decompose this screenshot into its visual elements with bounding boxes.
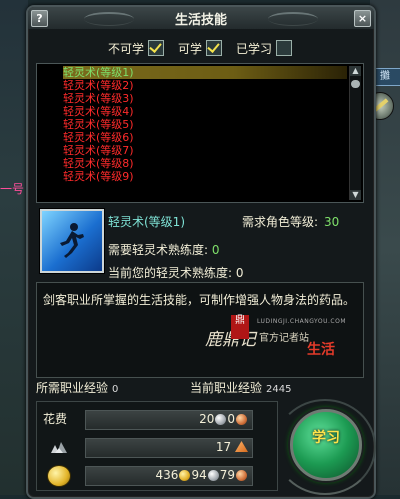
current-proficiency: 当前您的轻灵术熟练度: 0 bbox=[108, 264, 244, 281]
list-scrollbar[interactable]: ▲ ▼ bbox=[349, 66, 361, 200]
skill-icon[interactable] bbox=[40, 209, 104, 273]
filter-label: 可学 bbox=[178, 41, 203, 56]
running-figure-icon bbox=[60, 223, 84, 258]
filter-unlearnable[interactable]: 不可学 bbox=[108, 40, 165, 57]
cost-bar: 20 0 bbox=[85, 410, 253, 430]
watermark-red-text: 生活 bbox=[307, 342, 335, 358]
current-exp: 当前职业经验 2445 bbox=[190, 379, 291, 396]
title-ornament-right bbox=[268, 12, 318, 26]
skill-list: 轻灵术(等级1) 轻灵术(等级2) 轻灵术(等级3) 轻灵术(等级4) 轻灵术(… bbox=[36, 63, 364, 203]
required-level-value: 30 bbox=[324, 215, 340, 229]
title-bar[interactable]: ? 生活技能 × bbox=[28, 7, 374, 29]
close-icon[interactable]: × bbox=[354, 10, 371, 27]
cost-value: 20 0 bbox=[199, 412, 248, 426]
current-exp-label: 当前职业经验 bbox=[190, 381, 263, 395]
list-item[interactable]: 轻灵术(等级8) bbox=[63, 157, 347, 170]
need-proficiency-label: 需要轻灵术熟练度: bbox=[108, 243, 209, 257]
silver-coin-icon bbox=[207, 470, 219, 481]
scroll-thumb[interactable] bbox=[351, 80, 360, 88]
window-title: 生活技能 bbox=[174, 13, 227, 28]
checkbox-unlearnable[interactable] bbox=[148, 40, 165, 56]
checkbox-learned[interactable] bbox=[276, 40, 293, 56]
material-bar: 17 bbox=[85, 438, 253, 458]
wallet-value: 436 94 79 bbox=[156, 468, 248, 482]
list-item[interactable]: 轻灵术(等级7) bbox=[63, 144, 347, 157]
list-item[interactable]: 轻灵术(等级5) bbox=[63, 118, 347, 131]
need-proficiency: 需要轻灵术熟练度: 0 bbox=[108, 241, 220, 258]
gold-coin-icon bbox=[47, 465, 71, 487]
current-exp-value: 2445 bbox=[266, 384, 292, 395]
required-level-label: 需求角色等级: bbox=[242, 215, 319, 229]
list-item[interactable]: 轻灵术(等级6) bbox=[63, 131, 347, 144]
scroll-down-icon[interactable]: ▼ bbox=[350, 190, 361, 200]
filter-learned[interactable]: 已学习 bbox=[236, 40, 293, 57]
scroll-up-icon[interactable]: ▲ bbox=[350, 66, 361, 76]
list-item[interactable]: 轻灵术(等级9) bbox=[63, 170, 347, 183]
cost-silver: 20 bbox=[199, 412, 215, 426]
wallet-gold: 436 bbox=[155, 468, 179, 482]
copper-coin-icon bbox=[236, 470, 247, 481]
filter-learnable[interactable]: 可学 bbox=[178, 40, 223, 57]
watermark-seal: 鼎 bbox=[231, 315, 249, 339]
learn-button[interactable]: 学习 bbox=[290, 409, 362, 481]
gold-coin-small-icon bbox=[179, 470, 191, 481]
filter-row: 不可学 可学 已学习 bbox=[108, 38, 300, 58]
wallet-copper: 79 bbox=[219, 468, 235, 482]
orange-stone-icon bbox=[235, 441, 248, 452]
silver-coin-icon bbox=[215, 414, 227, 425]
current-proficiency-label: 当前您的轻灵术熟练度: bbox=[108, 266, 233, 280]
wallet-bar: 436 94 79 bbox=[85, 466, 253, 486]
required-exp: 所需职业经验 0 bbox=[36, 379, 118, 396]
life-skill-window: ? 生活技能 × 不可学 可学 已学习 轻灵术(等级1) 轻灵术(等级2) 轻灵… bbox=[26, 5, 376, 499]
background-text: 一号 bbox=[0, 182, 25, 196]
cost-copper: 0 bbox=[227, 412, 235, 426]
wallet-silver: 94 bbox=[191, 468, 207, 482]
cost-row-material: 17 bbox=[41, 436, 273, 458]
list-item[interactable]: 轻灵术(等级1) bbox=[63, 66, 347, 79]
skill-name: 轻灵术(等级1) bbox=[108, 215, 185, 229]
cost-label: 花费 bbox=[43, 412, 68, 426]
filter-label: 不可学 bbox=[108, 41, 145, 56]
list-item[interactable]: 轻灵术(等级4) bbox=[63, 105, 347, 118]
list-item[interactable]: 轻灵术(等级3) bbox=[63, 92, 347, 105]
required-exp-label: 所需职业经验 bbox=[36, 381, 109, 395]
copper-coin-icon bbox=[236, 414, 247, 425]
current-proficiency-value: 0 bbox=[235, 266, 244, 280]
material-value: 17 bbox=[216, 440, 248, 454]
learn-button-label: 学习 bbox=[312, 430, 340, 446]
background-left bbox=[0, 0, 28, 495]
cost-row-wallet: 436 94 79 bbox=[41, 464, 273, 487]
cost-panel: 花费 20 0 17 436 94 79 bbox=[36, 401, 278, 491]
cost-row-money: 花费 20 0 bbox=[41, 408, 273, 430]
filter-label: 已学习 bbox=[236, 41, 273, 56]
skill-rows: 轻灵术(等级1) 轻灵术(等级2) 轻灵术(等级3) 轻灵术(等级4) 轻灵术(… bbox=[63, 66, 347, 183]
description-box: 剑客职业所掌握的生活技能，可制作增强人物身法的药品。 鹿鼎记 鼎 LUDINGJ… bbox=[36, 282, 364, 378]
need-proficiency-value: 0 bbox=[211, 243, 220, 257]
description-text: 剑客职业所掌握的生活技能，可制作增强人物身法的药品。 bbox=[43, 293, 356, 307]
watermark-url: LUDINGJI.CHANGYOU.COM bbox=[257, 318, 347, 325]
watermark-subtitle: 官方记者站 bbox=[259, 333, 309, 344]
watermark: 鹿鼎记 鼎 LUDINGJI.CHANGYOU.COM 官方记者站 生活 bbox=[195, 315, 347, 369]
list-item[interactable]: 轻灵术(等级2) bbox=[63, 79, 347, 92]
required-exp-value: 0 bbox=[112, 384, 119, 395]
checkbox-learnable[interactable] bbox=[206, 40, 223, 56]
required-level: 需求角色等级: 30 bbox=[242, 213, 339, 230]
stones-icon bbox=[51, 442, 67, 453]
material-amount: 17 bbox=[215, 440, 232, 454]
